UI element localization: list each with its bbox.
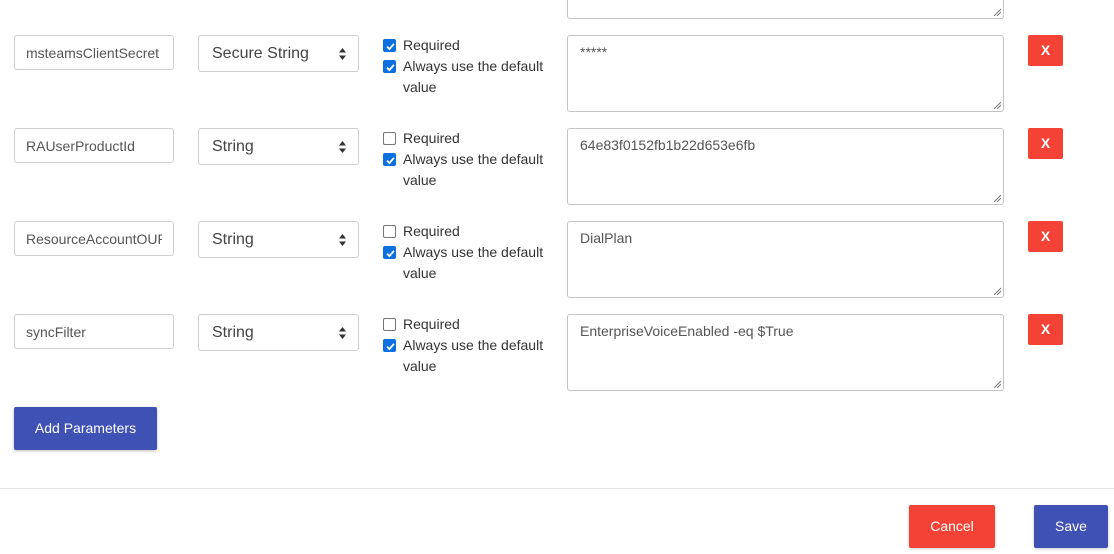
delete-parameter-button[interactable]: X <box>1028 314 1063 345</box>
parameter-options: Required Always use the default value <box>383 221 563 284</box>
parameter-name-input[interactable] <box>14 221 174 256</box>
resize-grip-icon[interactable] <box>993 8 1001 16</box>
always-default-label-continued: value <box>403 79 437 95</box>
default-value-text: DialPlan <box>580 230 633 246</box>
default-value-textarea[interactable]: EnterpriseVoiceEnabled -eq $True <box>567 314 1004 391</box>
always-default-checkbox[interactable] <box>383 246 396 259</box>
required-label: Required <box>403 223 460 239</box>
parameter-type-select[interactable]: Secure String <box>198 35 359 72</box>
required-checkbox[interactable] <box>383 132 396 145</box>
footer-divider <box>0 488 1114 489</box>
always-default-checkbox[interactable] <box>383 60 396 73</box>
delete-parameter-button[interactable]: X <box>1028 128 1063 159</box>
parameter-type-value: String <box>212 231 254 248</box>
required-option[interactable]: Required <box>383 314 563 335</box>
resize-grip-icon[interactable] <box>993 101 1001 109</box>
required-label: Required <box>403 37 460 53</box>
parameter-type-value: Secure String <box>212 45 309 62</box>
resize-grip-icon[interactable] <box>993 287 1001 295</box>
default-value-textarea[interactable]: DialPlan <box>567 221 1004 298</box>
checkmark-icon <box>386 157 395 165</box>
required-option[interactable]: Required <box>383 35 563 56</box>
required-option[interactable]: Required <box>383 128 563 149</box>
always-default-checkbox[interactable] <box>383 153 396 166</box>
parameter-type-value: String <box>212 138 254 155</box>
checkmark-icon <box>386 343 395 351</box>
cancel-button[interactable]: Cancel <box>909 505 995 548</box>
parameter-name-input[interactable] <box>14 314 174 349</box>
required-checkbox[interactable] <box>383 318 396 331</box>
always-default-label: Always use the default <box>403 58 544 74</box>
default-value-textarea[interactable]: 64e83f0152fb1b22d653e6fb <box>567 128 1004 205</box>
always-default-label: Always use the default <box>403 337 544 353</box>
sort-arrows-icon <box>339 141 346 153</box>
parameter-row: Secure String Required Always use the de… <box>0 35 1114 115</box>
parameter-type-select[interactable]: String <box>198 128 359 165</box>
parameter-row: String Required Always use the default v… <box>0 314 1114 394</box>
always-default-label-continued: value <box>403 265 437 281</box>
always-default-label: Always use the default <box>403 244 544 260</box>
checkmark-icon <box>386 250 395 258</box>
required-checkbox[interactable] <box>383 39 396 52</box>
parameter-row: String Required Always use the default v… <box>0 128 1114 208</box>
required-checkbox[interactable] <box>383 225 396 238</box>
default-value-textarea[interactable]: ***** <box>567 35 1004 112</box>
checkmark-icon <box>386 43 395 51</box>
delete-parameter-button[interactable]: X <box>1028 221 1063 252</box>
sort-arrows-icon <box>339 48 346 60</box>
always-default-option[interactable]: Always use the default <box>383 56 563 77</box>
resize-grip-icon[interactable] <box>993 380 1001 388</box>
default-value-text: ***** <box>580 44 608 60</box>
parameter-type-select[interactable]: String <box>198 314 359 351</box>
always-default-checkbox[interactable] <box>383 339 396 352</box>
always-default-label: Always use the default <box>403 151 544 167</box>
delete-parameter-button[interactable]: X <box>1028 35 1063 66</box>
default-value-text: 64e83f0152fb1b22d653e6fb <box>580 137 756 153</box>
previous-value-textarea[interactable] <box>567 0 1004 19</box>
parameter-options: Required Always use the default value <box>383 35 563 98</box>
default-value-text: EnterpriseVoiceEnabled -eq $True <box>580 323 794 339</box>
parameter-type-select[interactable]: String <box>198 221 359 258</box>
required-label: Required <box>403 130 460 146</box>
checkmark-icon <box>386 64 395 72</box>
always-default-option[interactable]: Always use the default <box>383 149 563 170</box>
sort-arrows-icon <box>339 327 346 339</box>
always-default-label-continued: value <box>403 358 437 374</box>
save-button[interactable]: Save <box>1034 505 1108 548</box>
parameter-type-value: String <box>212 324 254 341</box>
parameter-row: String Required Always use the default v… <box>0 221 1114 301</box>
required-label: Required <box>403 316 460 332</box>
parameter-name-input[interactable] <box>14 35 174 70</box>
parameter-options: Required Always use the default value <box>383 314 563 377</box>
parameter-options: Required Always use the default value <box>383 128 563 191</box>
sort-arrows-icon <box>339 234 346 246</box>
always-default-option[interactable]: Always use the default <box>383 242 563 263</box>
always-default-option[interactable]: Always use the default <box>383 335 563 356</box>
parameter-name-input[interactable] <box>14 128 174 163</box>
add-parameters-button[interactable]: Add Parameters <box>14 407 157 450</box>
required-option[interactable]: Required <box>383 221 563 242</box>
always-default-label-continued: value <box>403 172 437 188</box>
resize-grip-icon[interactable] <box>993 194 1001 202</box>
